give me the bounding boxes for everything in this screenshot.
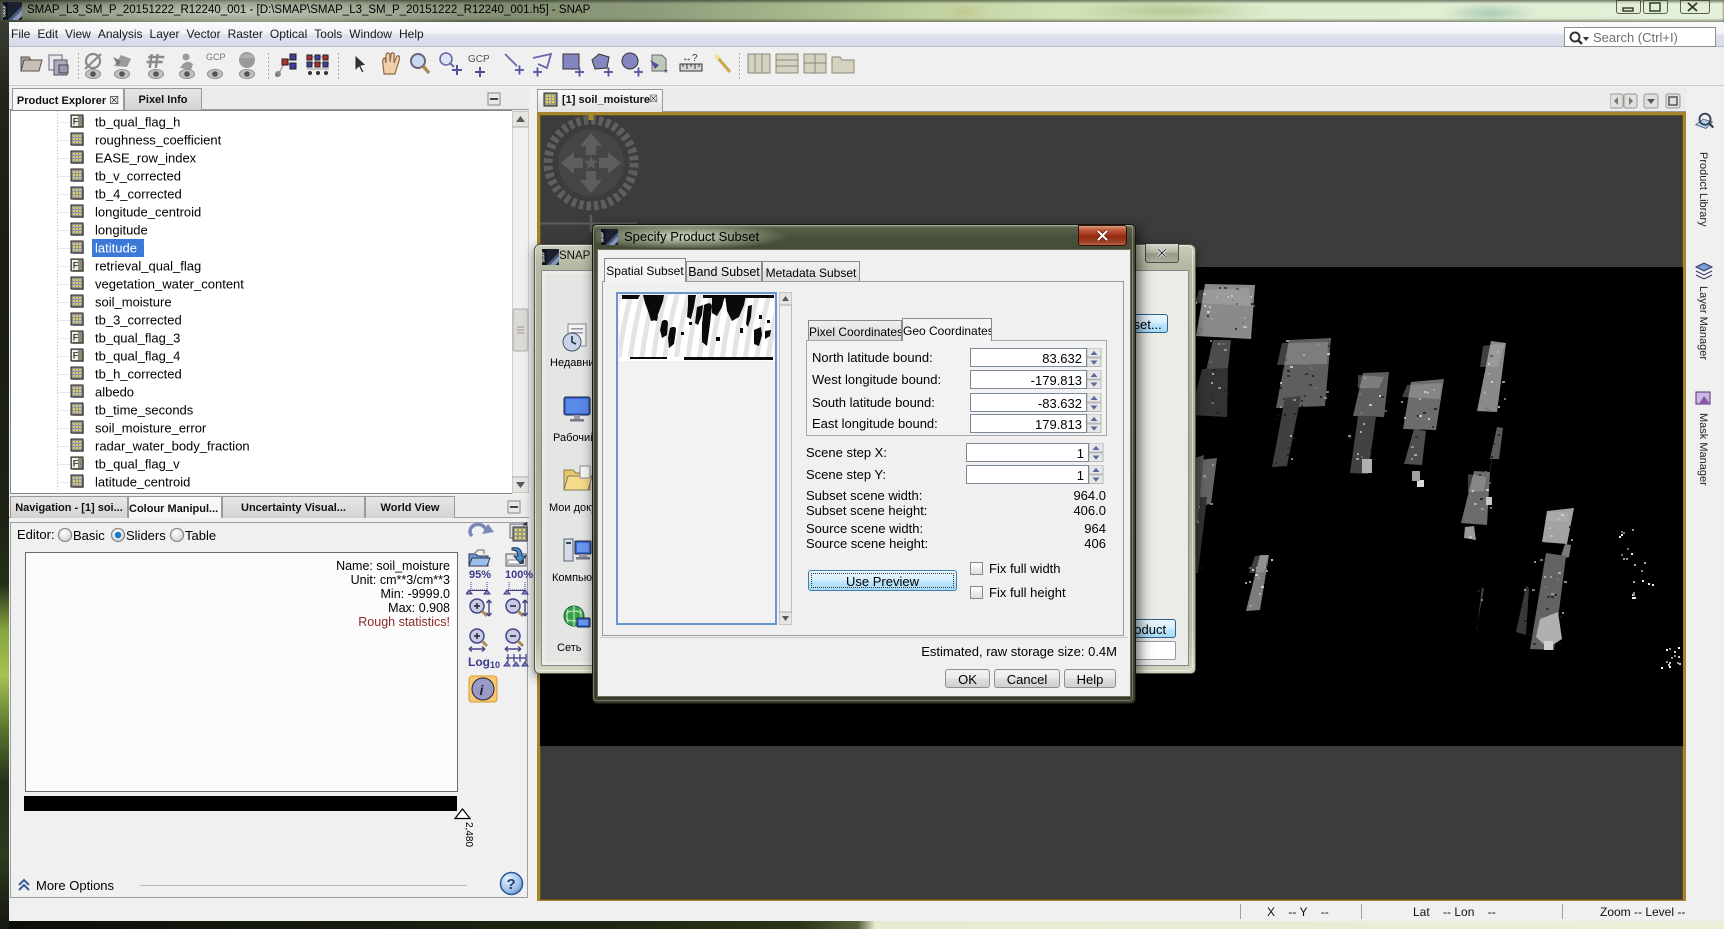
svg-text:retrieval_qual_flag: retrieval_qual_flag — [95, 259, 201, 274]
svg-text:*: * — [664, 68, 668, 79]
svg-text:SNAP: SNAP — [3, 5, 7, 17]
svg-text:2,480: 2,480 — [463, 822, 473, 847]
svg-text:longitude_centroid: longitude_centroid — [95, 205, 201, 220]
svg-text:tb_qual_flag_3: tb_qual_flag_3 — [95, 331, 180, 346]
svg-text:soil_moisture: soil_moisture — [95, 295, 172, 310]
svg-text:tb_h_corrected: tb_h_corrected — [95, 367, 182, 382]
svg-text:tb_4_corrected: tb_4_corrected — [95, 187, 182, 202]
svg-text:SNAP: SNAP — [542, 251, 545, 262]
svg-text:tb_time_seconds: tb_time_seconds — [95, 403, 194, 418]
svg-text:GCP: GCP — [206, 52, 226, 62]
svg-text:?: ? — [507, 876, 516, 893]
svg-text:EASE_row_index: EASE_row_index — [95, 151, 197, 166]
svg-text:albedo: albedo — [95, 385, 134, 400]
svg-text:*: * — [275, 73, 278, 82]
svg-text:soil_moisture_error: soil_moisture_error — [95, 421, 207, 436]
svg-text:latitude_centroid: latitude_centroid — [95, 475, 190, 490]
svg-text:100%: 100% — [505, 569, 533, 581]
svg-text:latitude: latitude — [95, 241, 137, 256]
svg-text:tb_v_corrected: tb_v_corrected — [95, 169, 181, 184]
svg-text:longitude: longitude — [95, 223, 148, 238]
svg-text:↔?: ↔? — [682, 53, 698, 64]
svg-text:tb_3_corrected: tb_3_corrected — [95, 313, 182, 328]
svg-text:GCP: GCP — [468, 54, 490, 65]
svg-text:tb_qual_flag_v: tb_qual_flag_v — [95, 457, 180, 472]
svg-text:Log10: Log10 — [468, 655, 500, 670]
svg-text:vegetation_water_content: vegetation_water_content — [95, 277, 244, 292]
svg-text:radar_water_body_fraction: radar_water_body_fraction — [95, 439, 250, 454]
svg-text:95%: 95% — [469, 569, 491, 581]
svg-text:roughness_coefficient: roughness_coefficient — [95, 133, 222, 148]
svg-text:tb_qual_flag_4: tb_qual_flag_4 — [95, 349, 180, 364]
svg-text:SNAP: SNAP — [601, 231, 604, 242]
svg-text:Сеть: Сеть — [557, 642, 582, 654]
svg-text:tb_qual_flag_h: tb_qual_flag_h — [95, 115, 180, 130]
